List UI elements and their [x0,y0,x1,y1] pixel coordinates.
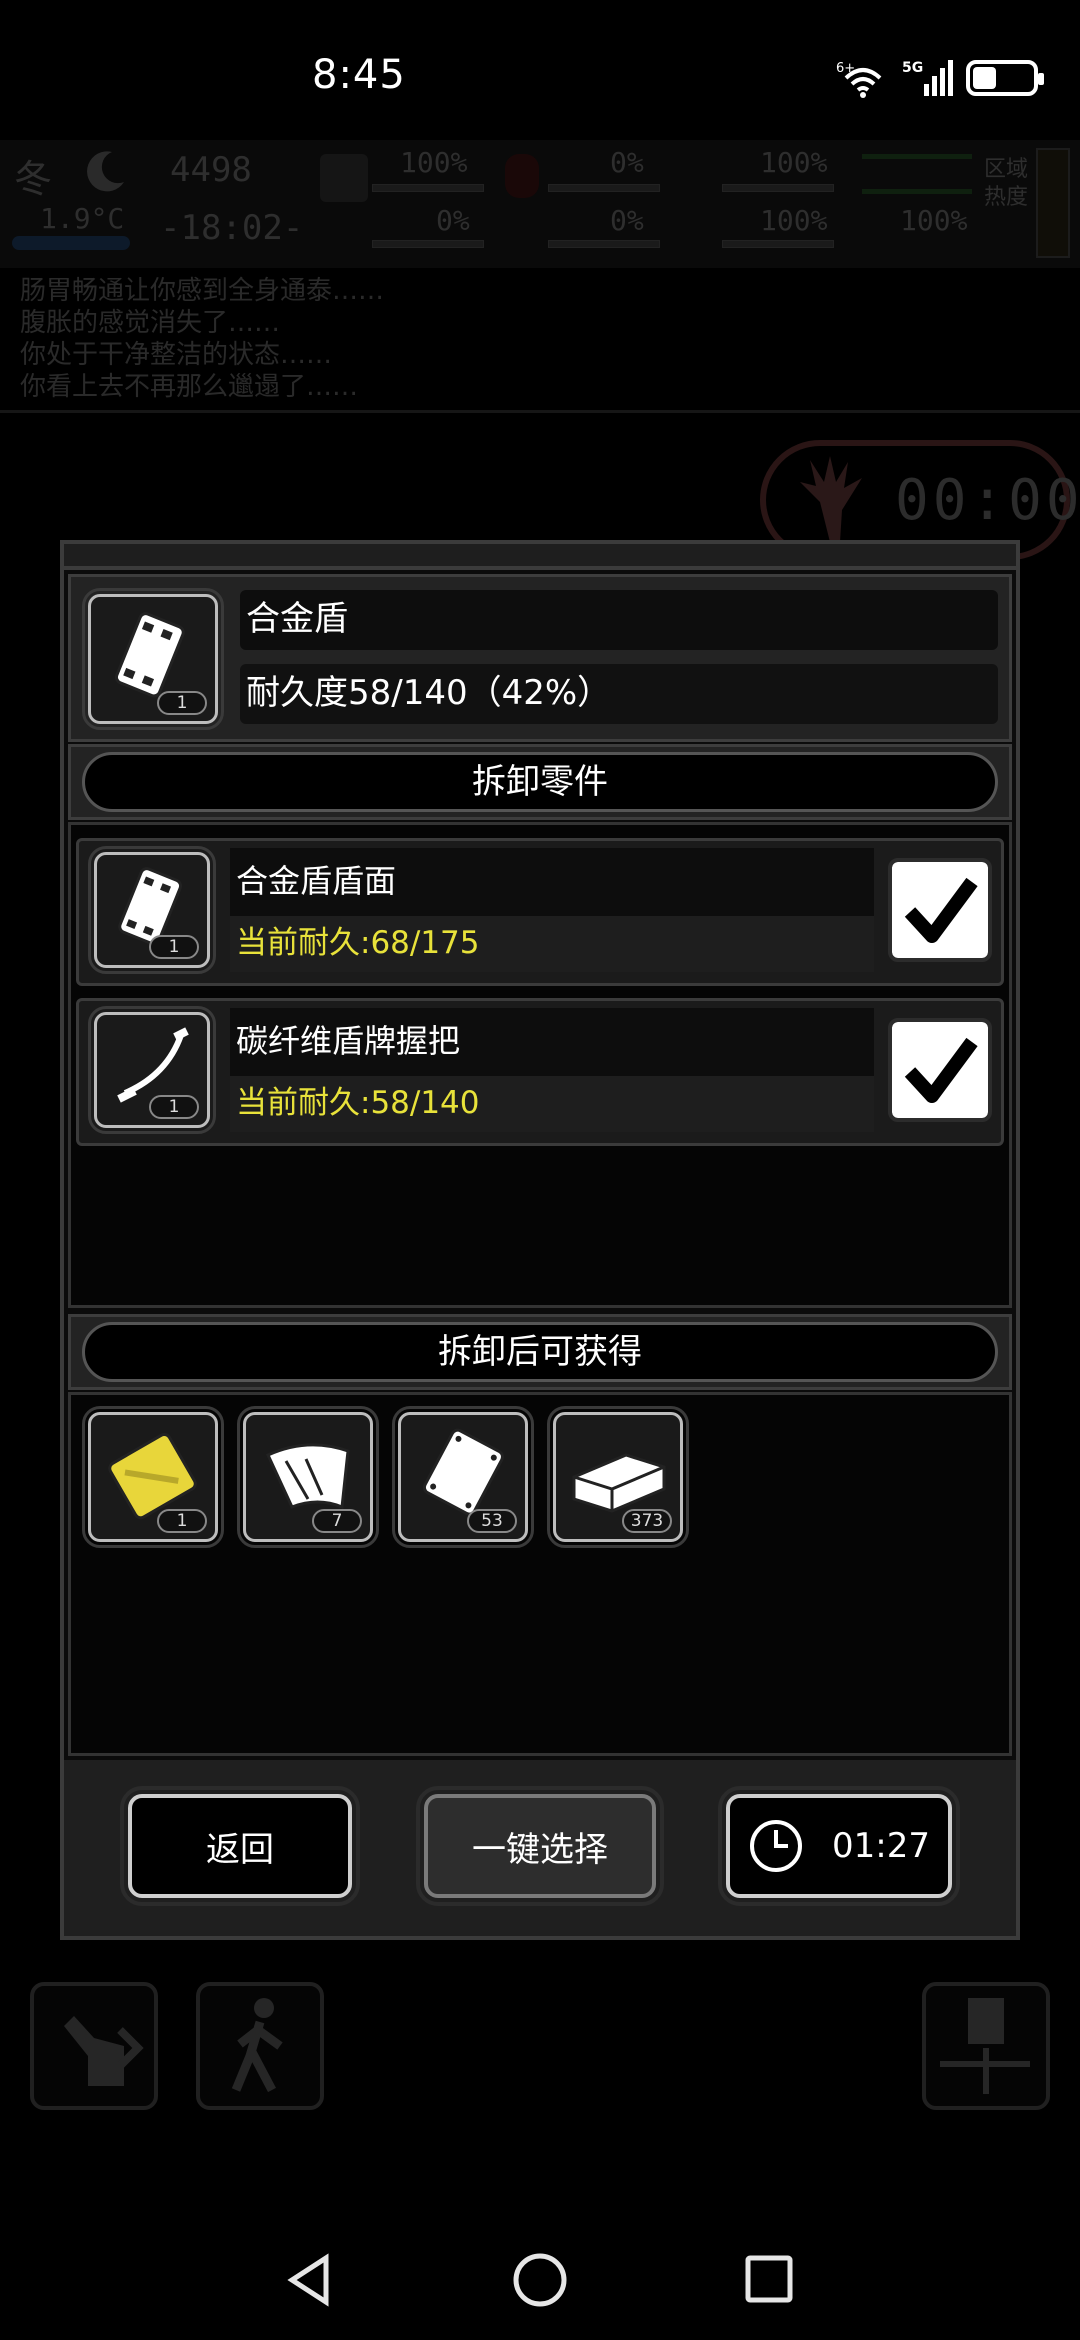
log-line: 腹胀的感觉消失了…… [20,308,281,338]
walking-person-icon [231,1998,283,2093]
back-button[interactable]: 返回 [120,1786,360,1906]
stat-bar [372,240,484,248]
hud-bar: 冬 1.9°C 4498 -18:02- 100% 0% 0% 0% 100% … [0,140,1080,268]
yield-slot[interactable]: 1 [82,1406,224,1548]
yield-count: 7 [312,1509,362,1533]
battery-icon [966,60,1044,96]
stomach-icon [505,154,539,198]
medkit-icon [320,154,368,202]
part-durability: 当前耐久:68/175 [230,916,874,972]
interact-button[interactable] [30,1982,158,2110]
yield-count: 373 [622,1509,672,1533]
nav-recents-icon[interactable] [742,2252,798,2308]
region-heat-label: 区域 热度 [984,157,1029,210]
cell-signal-icon: 5G [902,60,953,96]
part-count: 1 [149,1095,199,1119]
yield-slot[interactable]: 53 [392,1406,534,1548]
battery-fill [973,67,997,89]
yield-count: 1 [157,1509,207,1533]
stat-bar [722,184,834,192]
temperature-bar [12,236,130,250]
part-count: 1 [149,935,199,959]
nav-back-icon[interactable] [280,2250,340,2310]
inventory-button[interactable] [922,1982,1050,2110]
log-line: 肠胃畅通让你感到全身通泰…… [20,276,385,306]
season-label: 冬 [14,157,53,201]
log-line: 你处于干净整洁的状态…… [20,340,333,370]
yield-slot[interactable]: 373 [547,1406,689,1548]
part-slot[interactable]: 1 [88,1006,216,1134]
stat-bar [548,184,660,192]
clock-icon [750,1820,802,1872]
day-counter: 4498 [170,150,252,190]
log-line: 你看上去不再那么邋遢了…… [20,372,359,402]
tap-hand-icon [64,2016,144,2086]
moon-icon [87,151,124,192]
log-divider [0,410,1080,413]
part-name: 碳纤维盾牌握把 [230,1008,874,1076]
checkmark-icon [904,877,978,943]
cabinet-arrows-icon [940,1998,1030,2094]
yield-count: 53 [467,1509,517,1533]
stat-mood: 100% [760,204,828,237]
parts-header: 拆卸零件 [82,752,998,812]
part-slot[interactable]: 1 [88,846,216,974]
temperature-readout: 1.9°C [40,202,125,235]
yield-slot[interactable]: 7 [237,1406,379,1548]
yield-header: 拆卸后可获得 [82,1322,998,1382]
wifi-icon: 6+ [836,61,882,98]
part-checkbox[interactable] [888,1018,992,1122]
stat-bleed: 0% [436,204,470,237]
stat-hunger: 0% [610,146,644,179]
item-slot[interactable]: 1 [82,588,224,730]
walk-button[interactable] [196,1982,324,2110]
dialog-title-strip [60,540,1020,570]
item-count: 1 [157,691,207,715]
status-icons: 6+ 5G [836,58,1044,98]
checkmark-icon [904,1037,978,1103]
hud-lines [862,154,972,194]
stat-blood: 0% [610,204,644,237]
heat-meter [1036,148,1070,258]
start-disassemble-button[interactable]: 01:27 [718,1786,960,1906]
zombie-hand-icon [800,456,862,542]
stat-stamina: 100% [760,146,828,179]
stat-hydration: 100% [900,204,968,237]
stat-bar [548,240,660,248]
stat-bar [372,184,484,192]
stat-bar [722,240,834,248]
stat-health: 100% [400,146,468,179]
item-durability: 耐久度58/140（42%） [240,664,998,724]
item-name: 合金盾 [240,590,998,650]
hud-clock: -18:02- [160,208,304,248]
signal-label: 5G [902,60,923,76]
part-durability: 当前耐久:58/140 [230,1076,874,1132]
nav-home-icon[interactable] [510,2250,570,2310]
status-time: 8:45 [312,52,406,98]
select-all-button[interactable]: 一键选择 [416,1786,664,1906]
background-timer-text: 00:00 [895,468,1080,533]
message-log: 肠胃畅通让你感到全身通泰…… 腹胀的感觉消失了…… 你处于干净整洁的状态…… 你… [20,275,720,403]
part-checkbox[interactable] [888,858,992,962]
part-name: 合金盾盾面 [230,848,874,916]
timer-label: 01:27 [832,1826,930,1866]
